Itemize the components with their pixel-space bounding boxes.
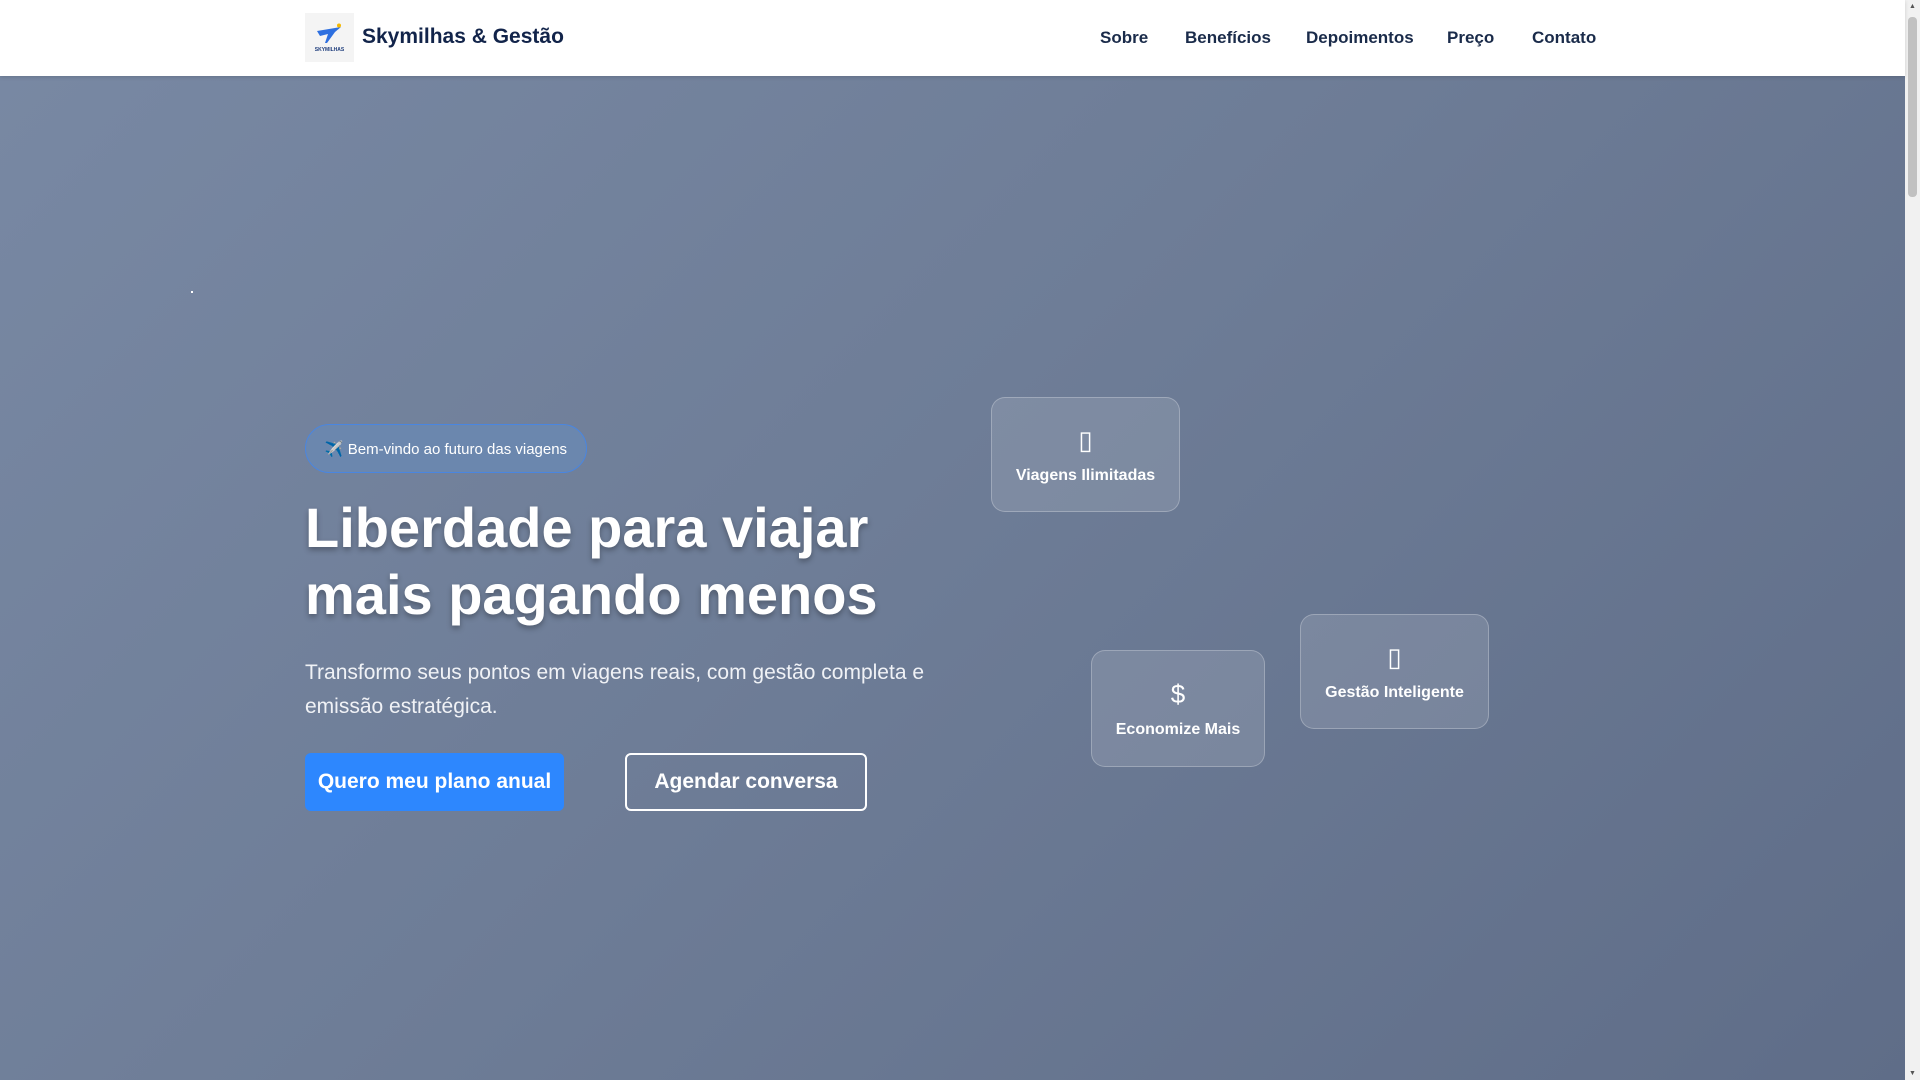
nav-link-depoimentos[interactable]: Depoimentos bbox=[1306, 28, 1414, 48]
logo-text: SKYMILHAS bbox=[314, 46, 345, 53]
hero-title-line1: Liberdade para viajar bbox=[305, 496, 869, 559]
plane-icon: ▯ bbox=[1078, 424, 1093, 455]
card-label: Gestão Inteligente bbox=[1325, 683, 1464, 701]
annual-plan-button[interactable]: Quero meu plano anual bbox=[305, 753, 564, 811]
scroll-down-icon[interactable]: ▼ bbox=[1909, 1070, 1916, 1077]
hero-section: ✈️ Bem-vindo ao futuro das viagens Liber… bbox=[0, 76, 1905, 1080]
logo[interactable]: SKYMILHAS bbox=[305, 13, 354, 62]
scrollbar-thumb[interactable] bbox=[1908, 17, 1917, 197]
feature-card-viagens: ▯ Viagens Ilimitadas bbox=[991, 397, 1180, 512]
welcome-badge: ✈️ Bem-vindo ao futuro das viagens bbox=[305, 424, 587, 473]
nav-link-preco[interactable]: Preço bbox=[1447, 28, 1494, 48]
hero-subtitle: Transformo seus pontos em viagens reais,… bbox=[305, 661, 925, 718]
nav-link-beneficios[interactable]: Benefícios bbox=[1185, 28, 1271, 48]
chart-icon: ▯ bbox=[1387, 641, 1402, 672]
scrollbar[interactable]: ▲ ▼ bbox=[1905, 0, 1920, 1080]
scroll-up-icon[interactable]: ▲ bbox=[1909, 3, 1916, 10]
schedule-call-button[interactable]: Agendar conversa bbox=[625, 753, 867, 811]
airplane-logo-icon bbox=[316, 23, 341, 43]
hero-title: Liberdade para viajar mais pagando menos bbox=[305, 494, 1005, 628]
dollar-icon: $ bbox=[1170, 678, 1186, 709]
brand-name[interactable]: Skymilhas & Gestão bbox=[362, 25, 564, 49]
feature-card-gestao: ▯ Gestão Inteligente bbox=[1300, 614, 1489, 729]
navbar: SKYMILHAS Skymilhas & Gestão Sobre Benef… bbox=[0, 0, 1905, 76]
decorative-dot bbox=[191, 291, 193, 293]
card-label: Viagens Ilimitadas bbox=[1015, 466, 1156, 484]
hero-title-line2: mais pagando menos bbox=[305, 563, 878, 626]
feature-card-economize: $ Economize Mais bbox=[1091, 650, 1265, 767]
card-label: Economize Mais bbox=[1115, 720, 1241, 738]
nav-link-sobre[interactable]: Sobre bbox=[1100, 28, 1148, 48]
nav-link-contato[interactable]: Contato bbox=[1532, 28, 1596, 48]
